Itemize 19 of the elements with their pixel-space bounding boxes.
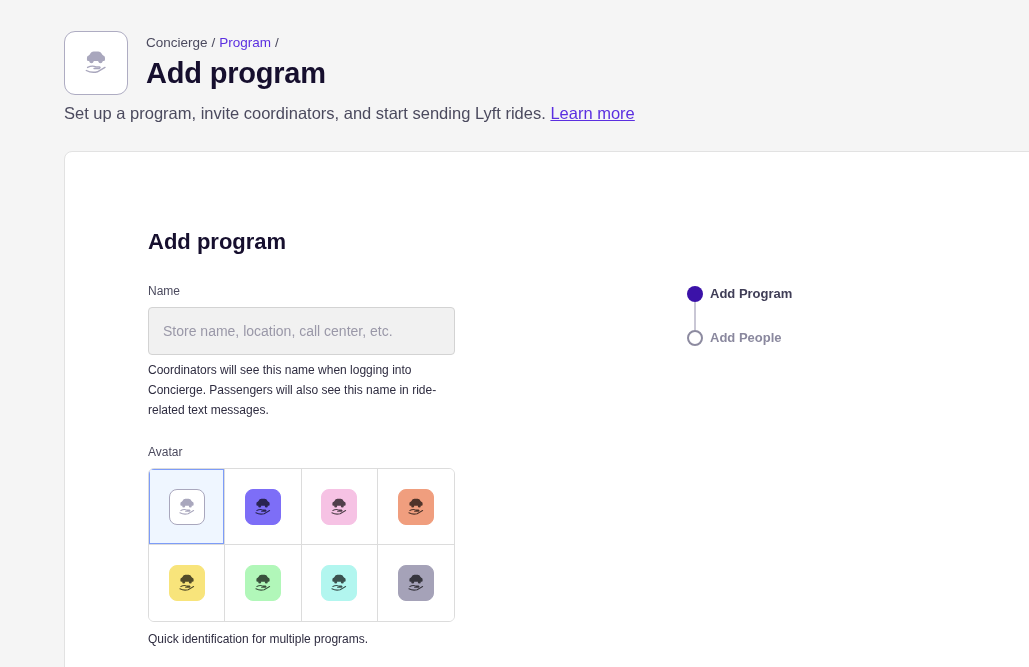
learn-more-link[interactable]: Learn more: [550, 104, 635, 122]
field-help-text: Coordinators will see this name when logging into Concierge. Passengers will also see this name in ride-related text messages.: [148, 362, 438, 419]
step-label: Add People: [710, 330, 782, 346]
breadcrumb-separator: /: [275, 34, 279, 52]
field-label: Avatar: [148, 444, 184, 460]
avatar-option[interactable]: [225, 469, 302, 545]
field-help-text: Quick identification for multiple programs.: [148, 631, 370, 648]
avatar-option[interactable]: [301, 469, 378, 545]
step-label: Add Program: [710, 286, 793, 302]
breadcrumb-link[interactable]: Program: [219, 34, 272, 52]
avatar-option[interactable]: [377, 469, 454, 545]
page-description: Set up a program, invite coordinators, and start sending Lyft rides. Learn more: [64, 103, 636, 124]
page-title: Add program: [146, 56, 326, 90]
car-hand-icon: [64, 31, 128, 95]
breadcrumb-text: Concierge: [146, 34, 208, 52]
breadcrumb-separator: /: [211, 34, 216, 52]
field-label: Name: [148, 283, 181, 299]
name-input[interactable]: Store name, location, call center, etc.: [148, 307, 455, 355]
form-title: Add program: [148, 228, 288, 256]
